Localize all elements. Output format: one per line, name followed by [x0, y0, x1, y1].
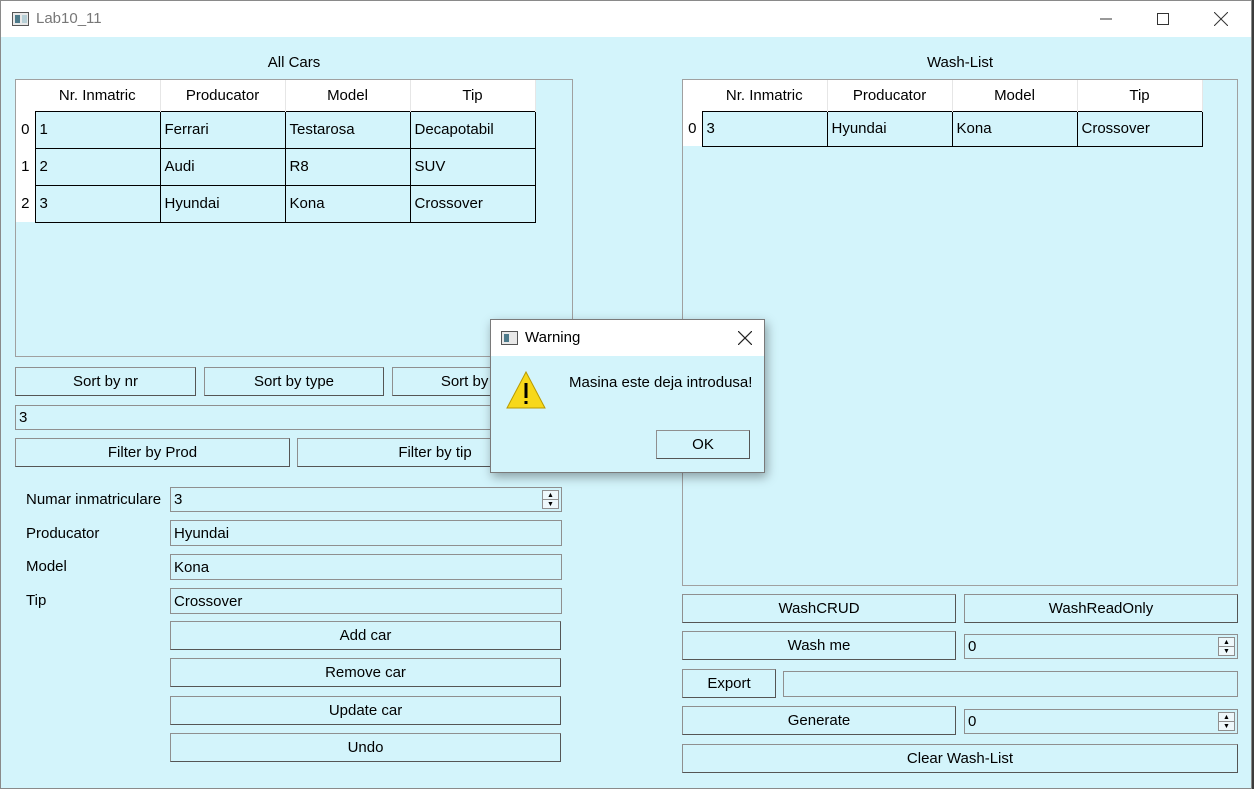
- producator-input[interactable]: Hyundai: [170, 520, 562, 546]
- column-header[interactable]: Model: [952, 80, 1078, 111]
- column-header[interactable]: Tip: [1077, 80, 1203, 111]
- nr-label: Numar inmatriculare: [26, 491, 162, 508]
- wash-readonly-button[interactable]: WashReadOnly: [964, 594, 1238, 623]
- ok-button[interactable]: OK: [656, 430, 750, 459]
- generate-value: 0: [968, 713, 977, 730]
- table-row[interactable]: 0 1 Ferrari Testarosa Decapotabil: [16, 110, 536, 149]
- table-cell[interactable]: 3: [34, 184, 161, 223]
- column-header[interactable]: Nr. Inmatric: [702, 80, 828, 111]
- dialog-title: Warning: [525, 329, 581, 346]
- filter-by-prod-button[interactable]: Filter by Prod: [15, 438, 290, 467]
- row-header[interactable]: 2: [16, 185, 35, 222]
- all-cars-grid: Nr. Inmatric Producator Model Tip 0 1 Fe…: [16, 80, 536, 223]
- dialog-app-icon: [501, 331, 518, 345]
- table-cell[interactable]: 3: [701, 110, 828, 147]
- maximize-button[interactable]: [1134, 1, 1192, 37]
- table-cell[interactable]: 1: [34, 110, 161, 149]
- wash-me-button[interactable]: Wash me: [682, 631, 956, 660]
- table-cell[interactable]: Hyundai: [159, 184, 286, 223]
- table-cell[interactable]: SUV: [409, 147, 536, 186]
- undo-button[interactable]: Undo: [170, 733, 561, 762]
- main-window: Lab10_11 All Cars Nr. Inmatric Producato…: [0, 0, 1252, 789]
- wash-list-table[interactable]: Nr. Inmatric Producator Model Tip 0 3 Hy…: [682, 79, 1238, 586]
- column-header[interactable]: Producator: [160, 80, 286, 111]
- minimize-icon: [1100, 18, 1112, 20]
- table-cell[interactable]: Kona: [284, 184, 411, 223]
- spin-up-icon[interactable]: ▲: [1219, 713, 1234, 721]
- clear-wash-list-button[interactable]: Clear Wash-List: [682, 744, 1238, 773]
- nr-spinbox[interactable]: 3 ▲ ▼: [170, 487, 562, 512]
- table-cell[interactable]: Decapotabil: [409, 110, 536, 149]
- add-car-button[interactable]: Add car: [170, 621, 561, 650]
- close-icon: [738, 331, 752, 345]
- dialog-close-button[interactable]: [734, 328, 756, 348]
- table-cell[interactable]: Crossover: [1076, 110, 1203, 147]
- dialog-title-bar: Warning: [491, 320, 764, 356]
- row-header[interactable]: 1: [16, 148, 35, 185]
- table-row[interactable]: 2 3 Hyundai Kona Crossover: [16, 184, 536, 223]
- table-cell[interactable]: Ferrari: [159, 110, 286, 149]
- spin-up-icon[interactable]: ▲: [1219, 638, 1234, 646]
- warning-icon: [506, 370, 546, 409]
- tip-label: Tip: [26, 592, 47, 609]
- column-header[interactable]: Tip: [410, 80, 536, 111]
- sort-by-nr-button[interactable]: Sort by nr: [15, 367, 196, 396]
- app-icon: [12, 12, 29, 26]
- table-cell[interactable]: Testarosa: [284, 110, 411, 149]
- nr-value: 3: [174, 491, 183, 508]
- wash-me-spinner[interactable]: ▲ ▼: [1218, 637, 1235, 656]
- spin-down-icon[interactable]: ▼: [1219, 721, 1234, 730]
- table-cell[interactable]: Crossover: [409, 184, 536, 223]
- update-car-button[interactable]: Update car: [170, 696, 561, 725]
- table-cell[interactable]: R8: [284, 147, 411, 186]
- close-icon: [1214, 12, 1228, 26]
- remove-car-button[interactable]: Remove car: [170, 658, 561, 687]
- generate-spinbox[interactable]: 0 ▲ ▼: [964, 709, 1238, 734]
- spin-down-icon[interactable]: ▼: [543, 499, 558, 508]
- spin-up-icon[interactable]: ▲: [543, 491, 558, 499]
- model-label: Model: [26, 558, 67, 575]
- corner-cell: [16, 80, 35, 111]
- table-cell[interactable]: Audi: [159, 147, 286, 186]
- generate-button[interactable]: Generate: [682, 706, 956, 735]
- close-button[interactable]: [1192, 1, 1250, 37]
- row-header[interactable]: 0: [16, 111, 35, 148]
- export-button[interactable]: Export: [682, 669, 776, 698]
- spin-down-icon[interactable]: ▼: [1219, 646, 1234, 655]
- wash-crud-button[interactable]: WashCRUD: [682, 594, 956, 623]
- producator-label: Producator: [26, 525, 100, 542]
- model-input[interactable]: Kona: [170, 554, 562, 580]
- generate-spinner[interactable]: ▲ ▼: [1218, 712, 1235, 731]
- column-header[interactable]: Producator: [827, 80, 953, 111]
- column-header[interactable]: Model: [285, 80, 411, 111]
- wash-list-label: Wash-List: [926, 54, 994, 71]
- wash-me-spinbox[interactable]: 0 ▲ ▼: [964, 634, 1238, 659]
- table-cell[interactable]: 2: [34, 147, 161, 186]
- table-row[interactable]: 0 3 Hyundai Kona Crossover: [683, 110, 1203, 147]
- table-cell[interactable]: Hyundai: [826, 110, 953, 147]
- sort-by-type-button[interactable]: Sort by type: [204, 367, 384, 396]
- nr-spinner[interactable]: ▲ ▼: [542, 490, 559, 509]
- corner-cell: [683, 80, 702, 111]
- all-cars-table[interactable]: Nr. Inmatric Producator Model Tip 0 1 Fe…: [15, 79, 573, 357]
- title-bar: Lab10_11: [1, 1, 1251, 37]
- window-title: Lab10_11: [36, 10, 102, 27]
- wash-list-grid: Nr. Inmatric Producator Model Tip 0 3 Hy…: [683, 80, 1203, 147]
- column-header[interactable]: Nr. Inmatric: [35, 80, 161, 111]
- row-header[interactable]: 0: [683, 111, 702, 146]
- minimize-button[interactable]: [1077, 1, 1135, 37]
- maximize-icon: [1157, 13, 1169, 25]
- wash-me-value: 0: [968, 638, 977, 655]
- table-row[interactable]: 1 2 Audi R8 SUV: [16, 147, 536, 186]
- tip-input[interactable]: Crossover: [170, 588, 562, 614]
- warning-dialog: Warning Masina este deja introdusa! OK: [490, 319, 765, 473]
- table-cell[interactable]: Kona: [951, 110, 1078, 147]
- dialog-message: Masina este deja introdusa!: [569, 374, 753, 391]
- all-cars-label: All Cars: [267, 54, 321, 71]
- export-input[interactable]: [783, 671, 1238, 697]
